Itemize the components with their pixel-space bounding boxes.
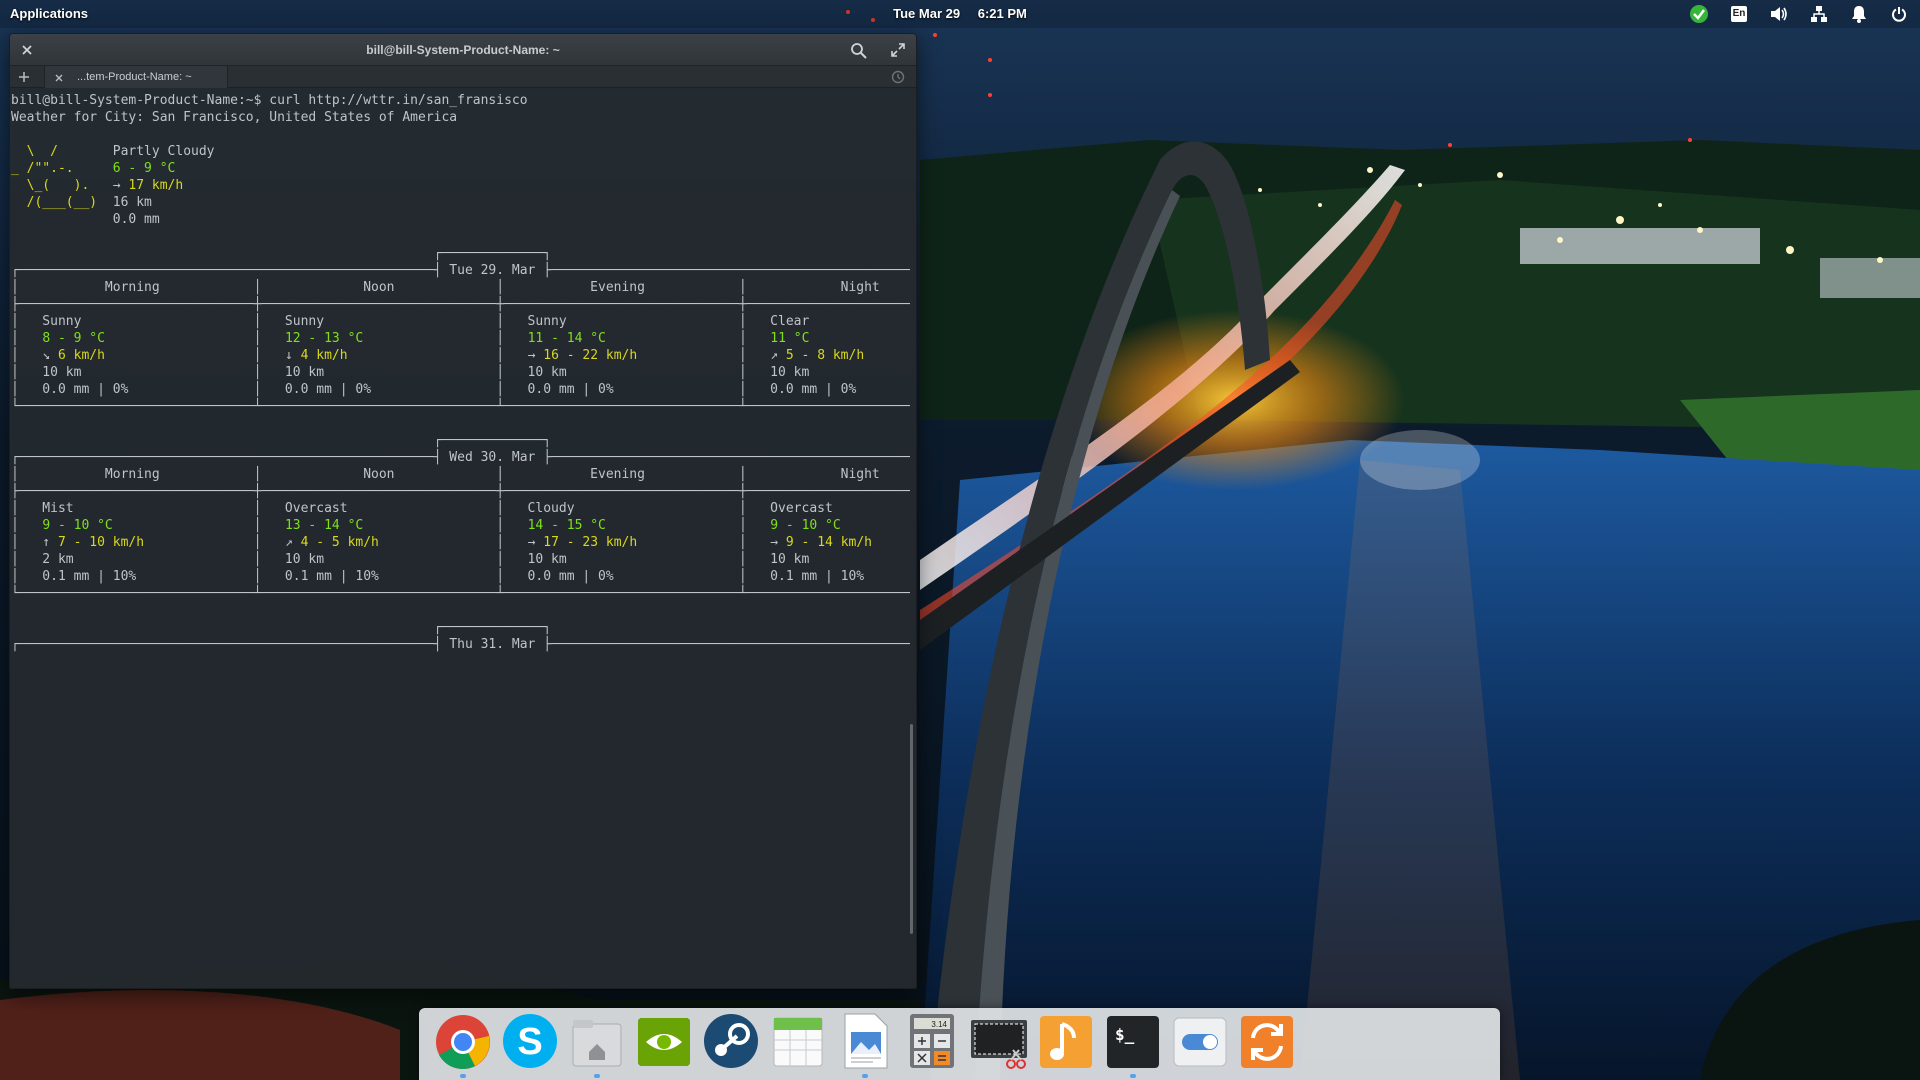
- running-indicator: [1130, 1074, 1136, 1078]
- new-tab-icon[interactable]: [16, 69, 32, 85]
- clock-date[interactable]: Tue Mar 29: [893, 6, 960, 21]
- dock-item-document-viewer[interactable]: [833, 1008, 897, 1078]
- dock: S 3.14 $_: [419, 1008, 1500, 1080]
- dock-item-screenshot[interactable]: [967, 1008, 1031, 1072]
- keyboard-layout-icon[interactable]: En: [1728, 4, 1750, 24]
- terminal-tab[interactable]: ...tem-Product-Name: ~: [44, 66, 228, 88]
- dock-item-nvidia[interactable]: [632, 1008, 696, 1072]
- panel-clock: Tue Mar 29 6:21 PM: [0, 6, 1920, 21]
- calculator-display: 3.14: [931, 1020, 947, 1029]
- power-icon[interactable]: [1888, 4, 1910, 24]
- svg-text:S: S: [517, 1021, 542, 1063]
- dock-item-chrome[interactable]: [431, 1008, 495, 1078]
- tab-close-icon[interactable]: [53, 71, 65, 83]
- document-viewer-icon: [844, 1013, 888, 1069]
- dock-item-music[interactable]: [1034, 1008, 1098, 1072]
- update-icon: [1241, 1016, 1293, 1068]
- skype-icon: S: [503, 1014, 557, 1068]
- history-icon[interactable]: [890, 69, 906, 85]
- keyboard-layout-label: En: [1731, 6, 1747, 22]
- calculator-icon: 3.14: [910, 1014, 954, 1068]
- chrome-icon: [436, 1015, 490, 1069]
- dock-item-software-updater[interactable]: [1235, 1008, 1299, 1072]
- window-title: bill@bill-System-Product-Name: ~: [366, 43, 560, 57]
- window-titlebar[interactable]: bill@bill-System-Product-Name: ~: [10, 34, 916, 66]
- running-indicator: [594, 1074, 600, 1078]
- search-icon[interactable]: [850, 42, 868, 60]
- tab-label: ...tem-Product-Name: ~: [77, 71, 192, 83]
- top-panel: Applications Tue Mar 29 6:21 PM En: [0, 0, 1920, 28]
- scrollbar[interactable]: [910, 724, 913, 934]
- terminal-text: bill@bill-System-Product-Name:~$ curl ht…: [11, 93, 910, 652]
- tab-bar: ...tem-Product-Name: ~: [10, 66, 916, 88]
- dock-item-files[interactable]: [565, 1008, 629, 1078]
- nvidia-icon: [638, 1018, 690, 1066]
- terminal-output[interactable]: bill@bill-System-Product-Name:~$ curl ht…: [10, 89, 910, 988]
- files-icon: [572, 1020, 622, 1067]
- dock-item-steam[interactable]: [699, 1008, 763, 1072]
- dock-item-calculator[interactable]: 3.14: [900, 1008, 964, 1072]
- running-indicator: [460, 1074, 466, 1078]
- dock-item-skype[interactable]: S: [498, 1008, 562, 1072]
- terminal-icon: $_: [1107, 1016, 1159, 1068]
- notification-bell-icon[interactable]: [1848, 4, 1870, 24]
- calendar-icon: [773, 1017, 823, 1067]
- steam-icon: [704, 1014, 758, 1068]
- music-icon: [1040, 1016, 1092, 1068]
- dock-item-calendar[interactable]: [766, 1008, 830, 1072]
- terminal-window: bill@bill-System-Product-Name: ~ ...tem-…: [9, 33, 917, 989]
- running-indicator: [862, 1074, 868, 1078]
- network-icon[interactable]: [1808, 4, 1830, 24]
- screenshot-icon: [971, 1020, 1027, 1069]
- svg-text:$_: $_: [1115, 1025, 1135, 1044]
- volume-icon[interactable]: [1768, 4, 1790, 24]
- security-check-icon[interactable]: [1688, 4, 1710, 24]
- settings-toggle-icon: [1173, 1017, 1227, 1067]
- clock-time[interactable]: 6:21 PM: [978, 6, 1027, 21]
- dock-item-system-settings[interactable]: [1168, 1008, 1232, 1072]
- applications-menu[interactable]: Applications: [10, 6, 88, 21]
- dock-item-terminal[interactable]: $_: [1101, 1008, 1165, 1078]
- maximize-icon[interactable]: [890, 42, 906, 58]
